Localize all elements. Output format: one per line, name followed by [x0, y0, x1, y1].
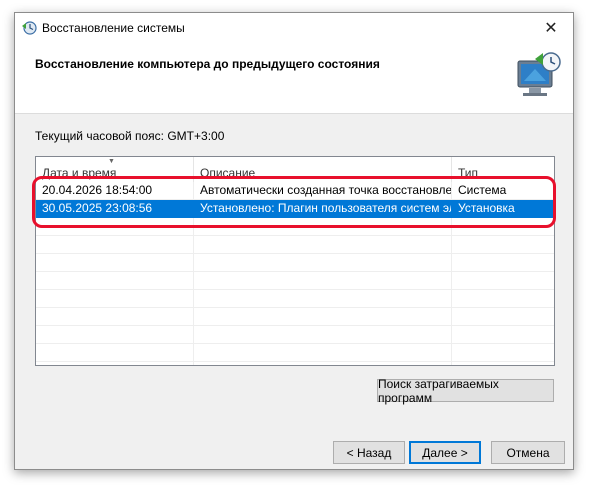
column-header-date-label: Дата и время: [42, 166, 117, 180]
empty-row: [36, 218, 554, 236]
cancel-button[interactable]: Отмена: [491, 441, 565, 464]
close-icon: ✕: [544, 20, 558, 37]
row-description: Автоматически созданная точка восстановл…: [193, 182, 451, 199]
system-restore-icon: [22, 21, 37, 35]
next-button[interactable]: Далее >: [409, 441, 481, 464]
table-row[interactable]: 20.04.2026 18:54:00 Автоматически создан…: [36, 182, 554, 200]
table-row-selected[interactable]: 30.05.2025 23:08:56 Установлено: Плагин …: [36, 200, 554, 218]
row-date: 20.04.2026 18:54:00: [42, 183, 153, 197]
empty-row: [36, 326, 554, 344]
empty-row: [36, 344, 554, 362]
window-title: Восстановление системы: [42, 21, 185, 35]
wizard-header: Восстановление компьютера до предыдущего…: [15, 43, 573, 114]
list-rows: 20.04.2026 18:54:00 Автоматически создан…: [36, 182, 554, 365]
system-restore-window: Восстановление системы ✕ Восстановление …: [14, 12, 574, 470]
scan-affected-programs-button[interactable]: Поиск затрагиваемых программ: [377, 377, 554, 405]
column-header-type[interactable]: Тип: [451, 157, 554, 182]
row-type: Система: [451, 182, 554, 199]
timezone-label: Текущий часовой пояс: GMT+3:00: [35, 129, 225, 143]
empty-row: [36, 254, 554, 272]
page-title: Восстановление компьютера до предыдущего…: [35, 57, 380, 71]
empty-row: [36, 272, 554, 290]
row-date: 30.05.2025 23:08:56: [42, 201, 153, 215]
row-description: Установлено: Плагин пользователя систем …: [193, 200, 451, 217]
computer-restore-icon: [517, 52, 561, 96]
empty-row: [36, 362, 554, 365]
list-header: Дата и время ▼ Описание Тип: [36, 157, 554, 182]
row-type: Установка: [451, 200, 554, 217]
empty-row: [36, 290, 554, 308]
column-header-type-label: Тип: [458, 166, 479, 180]
title-bar: Восстановление системы ✕: [15, 13, 573, 43]
column-header-description-label: Описание: [200, 166, 256, 180]
restore-points-list[interactable]: Дата и время ▼ Описание Тип 20.04.2026 1…: [35, 156, 555, 366]
column-header-description[interactable]: Описание: [193, 157, 451, 182]
sort-chevron-down-icon: ▼: [108, 158, 115, 165]
close-button[interactable]: ✕: [529, 13, 573, 43]
empty-row: [36, 308, 554, 326]
back-button[interactable]: < Назад: [333, 441, 405, 464]
empty-row: [36, 236, 554, 254]
